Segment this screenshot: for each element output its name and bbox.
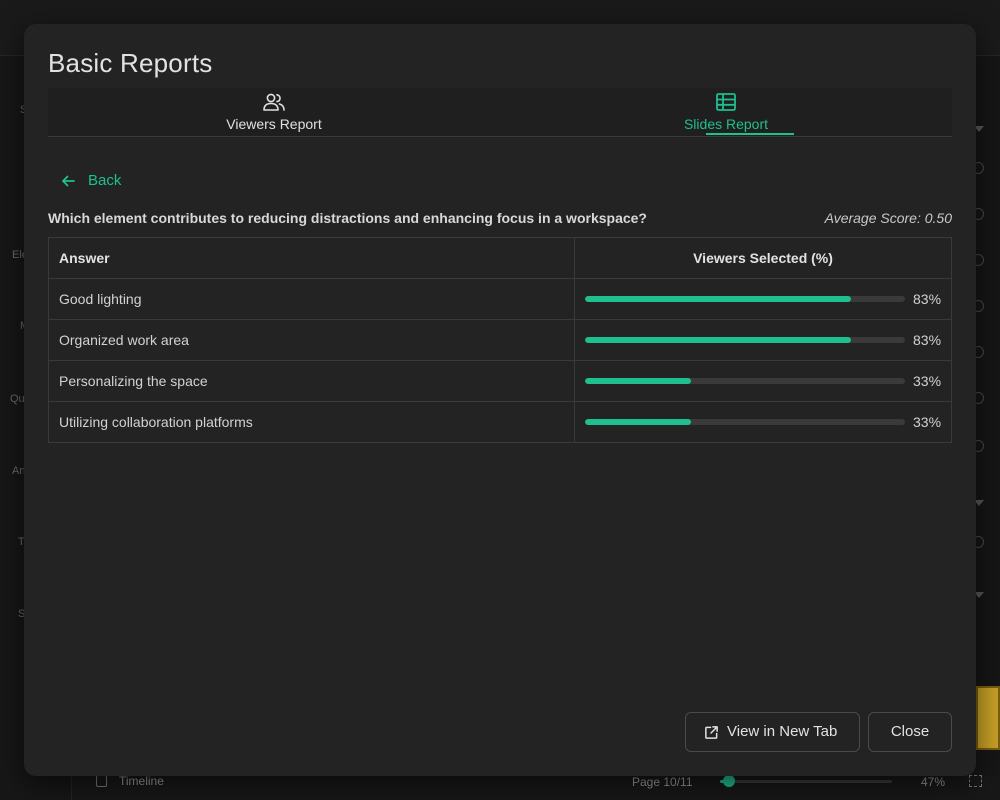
close-button[interactable]: Close [868,712,952,752]
progress-bar-fill [585,296,851,302]
table-icon [716,93,736,111]
answer-text: Organized work area [48,319,575,361]
answer-text: Good lighting [48,278,575,320]
percent-cell: 83% [574,278,952,320]
progress-bar-fill [585,419,691,425]
tab-label: Slides Report [683,116,769,132]
timeline-label: Timeline [119,774,164,788]
percent-label: 33% [913,414,942,430]
back-label: Back [88,172,122,189]
answer-text: Personalizing the space [48,360,575,402]
fit-screen-icon [969,775,982,787]
average-score: Average Score: 0.50 [824,210,952,226]
percent-label: 33% [913,373,942,389]
view-in-new-tab-label: View in New Tab [727,723,838,740]
active-tab-indicator [706,133,794,135]
zoom-slider-knob [722,775,735,787]
percent-cell: 83% [574,319,952,361]
zoom-level: 47% [921,775,946,789]
progress-bar [585,419,905,425]
progress-bar-fill [585,378,691,384]
column-header-viewers-selected: Viewers Selected (%) [574,237,952,279]
tab-label: Viewers Report [226,116,322,132]
view-in-new-tab-button[interactable]: View in New Tab [685,712,860,752]
basic-reports-modal: Basic Reports Viewers Report Slides Repo… [24,24,976,776]
progress-bar [585,337,905,343]
column-header-answer: Answer [48,237,575,279]
progress-bar [585,296,905,302]
page-indicator: Page 10/11 [632,775,693,789]
report-tabs: Viewers Report Slides Report [48,88,952,137]
table-header-row: Answer Viewers Selected (%) [48,237,952,279]
tab-slides-report[interactable]: Slides Report [500,88,952,136]
percent-cell: 33% [574,360,952,402]
timeline-icon [96,775,107,787]
tab-viewers-report[interactable]: Viewers Report [48,88,500,136]
zoom-slider-track [720,780,892,783]
users-icon [263,93,285,111]
table-row: Personalizing the space 33% [48,360,952,402]
percent-label: 83% [913,332,942,348]
external-link-icon [705,726,718,739]
table-row: Organized work area 83% [48,319,952,361]
arrow-left-icon [62,175,75,187]
percent-label: 83% [913,291,942,307]
table-row: Utilizing collaboration platforms 33% [48,401,952,443]
modal-title: Basic Reports [48,48,213,78]
question-text: Which element contributes to reducing di… [48,210,647,226]
progress-bar-fill [585,337,851,343]
percent-cell: 33% [574,401,952,443]
answers-table: Answer Viewers Selected (%) Good lightin… [48,237,952,443]
answer-text: Utilizing collaboration platforms [48,401,575,443]
progress-bar [585,378,905,384]
table-row: Good lighting 83% [48,278,952,320]
slide-thumbnail [976,686,1000,750]
